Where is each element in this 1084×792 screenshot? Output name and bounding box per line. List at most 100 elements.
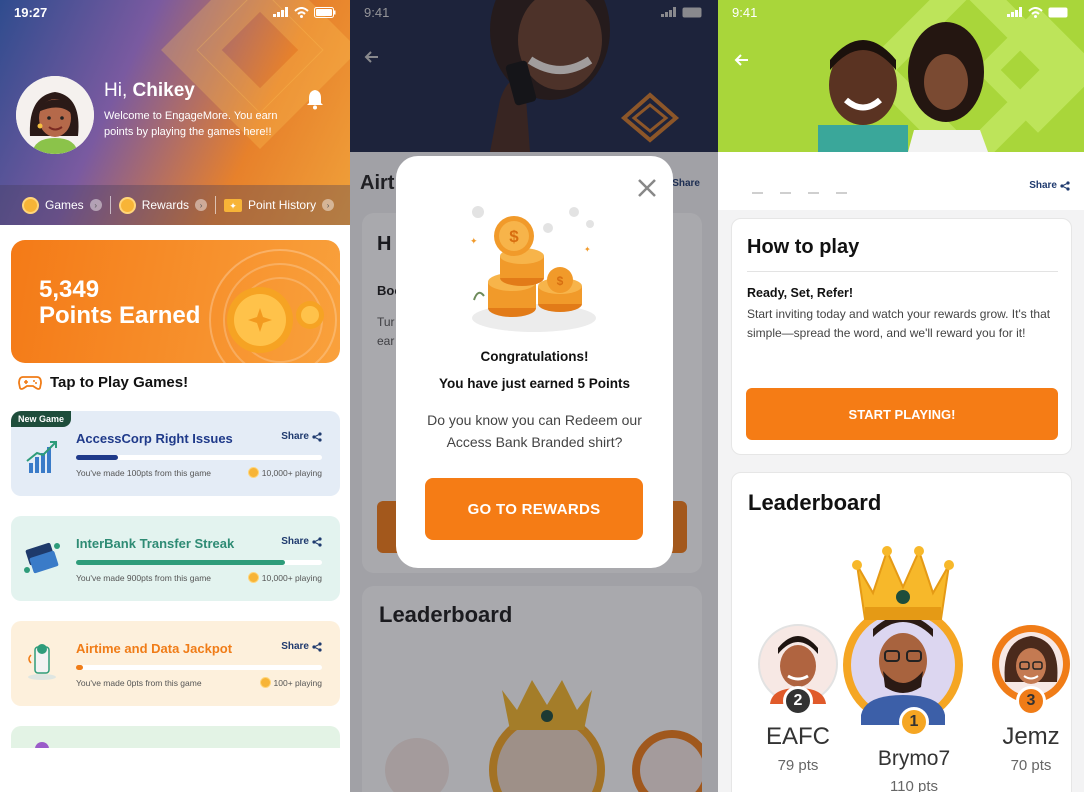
share-label: Share — [1029, 180, 1057, 191]
title-placeholder — [752, 192, 862, 194]
share-button[interactable]: Share — [281, 641, 322, 652]
modal-points-earned: You have just earned 5 Points — [438, 376, 631, 391]
leader-name: Jemz — [1002, 723, 1060, 750]
coin-icon — [22, 196, 39, 214]
how-to-play-title: How to play — [747, 236, 860, 258]
card-transfer-icon — [24, 542, 60, 574]
share-icon — [312, 431, 322, 442]
go-to-rewards-button[interactable]: GO TO REWARDS — [425, 478, 643, 540]
players-label: 10,000+ playing — [261, 467, 322, 478]
divider — [109, 196, 111, 214]
game-card-accesscorp[interactable]: New Game AccessCorp Right Issues Share Y… — [11, 411, 340, 496]
share-button[interactable]: Share — [1029, 180, 1070, 191]
games-home-screen: 19:27 Hi, Chikey Welcome to EngageMore. … — [0, 0, 350, 792]
chevron-right-icon: › — [322, 199, 335, 211]
wifi-icon — [294, 6, 309, 18]
points-made: You've made 100pts from this game — [76, 468, 212, 478]
bottom-fade — [0, 748, 350, 792]
signal-icon — [273, 7, 288, 17]
user-avatar[interactable] — [16, 76, 94, 154]
share-label: Share — [281, 431, 309, 442]
reward-modal-screen: 9:41 Airt Share H Boo Tur ear Leaderboar… — [350, 0, 718, 792]
coins-stack-illustration: $ $ ✦ ✦ — [470, 206, 596, 332]
hero-image: 9:41 — [718, 0, 1084, 152]
coin-icon — [118, 196, 136, 214]
nav-rewards[interactable]: Rewards › — [118, 196, 208, 214]
leaderboard-title: Leaderboard — [748, 490, 882, 515]
game-title: AccessCorp Right Issues — [76, 431, 233, 446]
ticket-icon: ✦ — [224, 198, 243, 212]
game-card-partial[interactable] — [11, 726, 340, 750]
how-to-play-subtitle: Ready, Set, Refer! — [747, 286, 854, 300]
coin-graphic — [209, 249, 340, 363]
start-playing-button[interactable]: START PLAYING! — [746, 388, 1058, 440]
coin-icon — [259, 677, 271, 688]
rank-badge: 2 — [783, 686, 813, 716]
nav-label: Rewards — [141, 198, 190, 212]
leader-points: 110 pts — [889, 778, 939, 792]
progress-bar — [76, 455, 322, 460]
status-bar: 19:27 — [0, 0, 350, 24]
share-icon — [1060, 180, 1070, 191]
rank-badge: 3 — [1016, 686, 1046, 716]
chart-growth-icon — [26, 441, 57, 473]
svg-text:✦: ✦ — [229, 201, 237, 211]
rank-badge: 1 — [899, 707, 929, 737]
avatar-rank-1[interactable] — [841, 537, 965, 737]
greeting: Hi, Chikey — [104, 80, 195, 102]
reward-modal: $ $ ✦ ✦ Congratulations! You have just e… — [396, 156, 673, 568]
divider — [747, 271, 1058, 272]
svg-text:$: $ — [509, 227, 519, 246]
players-count: 100+ playing — [259, 677, 322, 688]
nav-point-history[interactable]: ✦ Point History › — [224, 198, 335, 213]
status-bar: 9:41 — [718, 0, 1084, 24]
game-card-airtime[interactable]: Airtime and Data Jackpot Share You've ma… — [11, 621, 340, 706]
share-button[interactable]: Share — [281, 431, 322, 442]
wifi-icon — [1028, 6, 1043, 18]
game-title: Airtime and Data Jackpot — [76, 641, 233, 656]
nav-label: Games — [45, 198, 84, 212]
bell-icon[interactable] — [305, 88, 325, 115]
top-nav: Games › Rewards › ✦ Point History › — [0, 185, 350, 225]
share-button[interactable]: Share — [281, 536, 322, 547]
modal-congrats: Congratulations! — [480, 349, 589, 364]
nav-label: Point History — [248, 198, 317, 212]
status-time: 9:41 — [732, 4, 758, 20]
welcome-text: Welcome to EngageMore. You earn points b… — [104, 110, 278, 138]
leader-points: 79 pts — [777, 757, 819, 774]
svg-text:$: $ — [557, 274, 564, 288]
points-earned-card: 5,349 Points Earned — [11, 240, 340, 363]
tap-to-play: Tap to Play Games! — [18, 374, 188, 391]
progress-bar — [76, 560, 322, 565]
battery-icon — [1048, 7, 1068, 17]
refer-game-screen: 9:41 Share How to play Ready, Set, Refer… — [718, 0, 1084, 792]
progress-fill — [76, 560, 286, 565]
back-arrow-icon[interactable] — [734, 53, 750, 67]
divider — [215, 196, 217, 214]
share-icon — [312, 536, 322, 547]
share-icon — [312, 641, 322, 652]
battery-icon — [314, 6, 336, 18]
how-to-play-card: How to play Ready, Set, Refer! Start inv… — [731, 218, 1072, 455]
share-label: Share — [281, 641, 309, 652]
nav-games[interactable]: Games › — [22, 196, 102, 214]
signal-icon — [1007, 7, 1022, 17]
chevron-right-icon: › — [195, 199, 208, 211]
players-count: 10,000+ playing — [247, 572, 322, 583]
game-card-interbank[interactable]: InterBank Transfer Streak Share You've m… — [11, 516, 340, 601]
leaderboard-card: Leaderboard 2 EAFC 79 pts 1 Brymo7 110 p… — [731, 472, 1072, 792]
coin-icon — [247, 467, 259, 478]
avatar-illustration — [16, 76, 94, 154]
coin-icon — [247, 572, 259, 583]
leader-points: 70 pts — [1010, 757, 1052, 774]
leader-name: EAFC — [765, 723, 830, 750]
progress-bar — [76, 665, 322, 670]
share-label: Share — [281, 536, 309, 547]
progress-fill — [76, 455, 118, 460]
greeting-prefix: Hi, — [104, 80, 128, 101]
chevron-right-icon: › — [89, 199, 102, 211]
svg-text:✦: ✦ — [470, 236, 478, 246]
svg-text:✦: ✦ — [584, 245, 591, 254]
progress-fill — [76, 665, 84, 670]
close-icon[interactable] — [637, 178, 657, 198]
